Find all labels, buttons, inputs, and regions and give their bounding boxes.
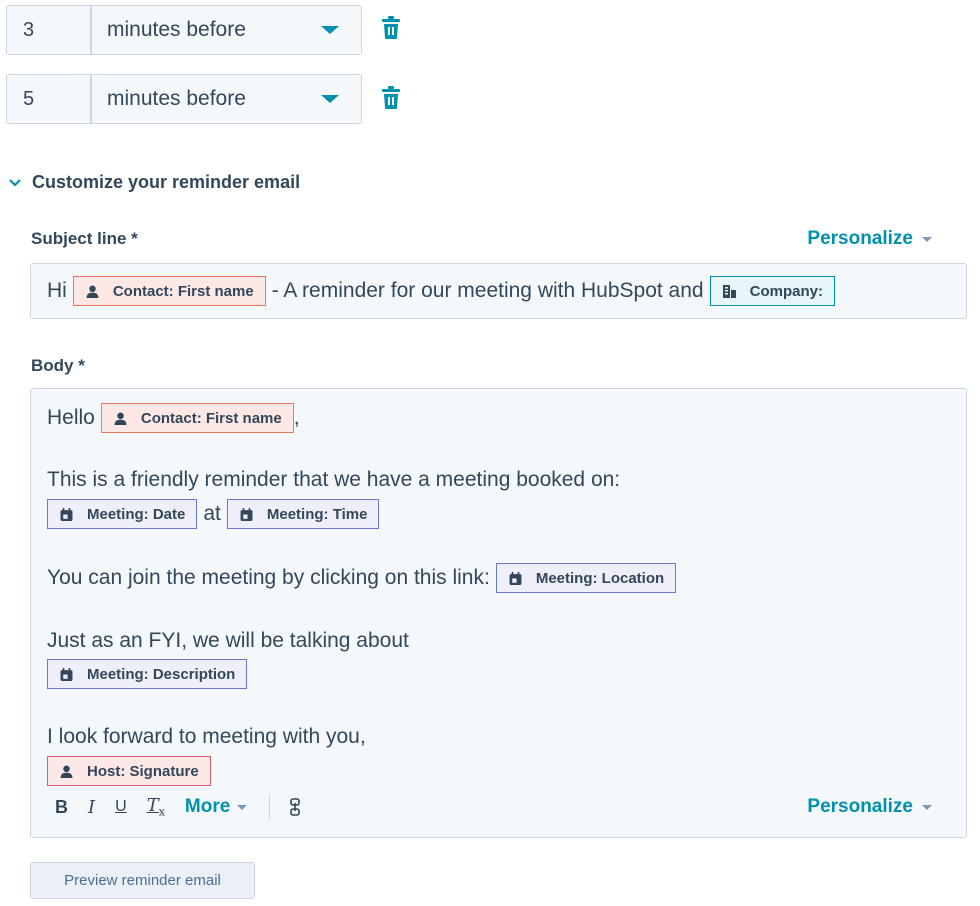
body-line: Hello Contact: First name , bbox=[47, 403, 300, 433]
subject-text: - A reminder for our meeting with HubSpo… bbox=[271, 279, 704, 302]
caret-down-icon bbox=[321, 95, 339, 103]
building-icon bbox=[722, 284, 736, 298]
body-line: Meeting: Description bbox=[47, 659, 248, 689]
person-icon bbox=[86, 285, 99, 298]
body-text: You can join the meeting by clicking on … bbox=[47, 566, 490, 589]
person-icon bbox=[114, 412, 127, 425]
token-label: Meeting: Location bbox=[535, 569, 665, 587]
calendar-icon bbox=[60, 667, 73, 681]
host-signature-token[interactable]: Host: Signature bbox=[47, 756, 211, 786]
reminder-row: 3 minutes before bbox=[6, 5, 362, 55]
body-text: Just as an FYI, we will be talking about bbox=[47, 629, 409, 652]
reminder-amount-value: 5 bbox=[23, 87, 35, 110]
body-personalize-button[interactable]: Personalize bbox=[807, 796, 932, 818]
company-token[interactable]: Company: bbox=[709, 276, 835, 306]
personalize-label: Personalize bbox=[807, 796, 913, 817]
subject-input[interactable]: Hi Contact: First name - A reminder for … bbox=[30, 263, 967, 319]
body-line: This is a friendly reminder that we have… bbox=[47, 468, 620, 492]
formatting-toolbar: B I U Tx More bbox=[55, 792, 301, 822]
body-line: You can join the meeting by clicking on … bbox=[47, 563, 677, 593]
link-icon[interactable] bbox=[290, 798, 301, 816]
body-text: Hello bbox=[47, 406, 95, 429]
more-label: More bbox=[184, 796, 231, 817]
body-line: I look forward to meeting with you, bbox=[47, 725, 366, 749]
clear-formatting-button[interactable]: Tx bbox=[147, 795, 165, 819]
more-button[interactable]: More bbox=[184, 796, 248, 818]
personalize-label: Personalize bbox=[807, 228, 913, 249]
token-label: Host: Signature bbox=[87, 762, 199, 780]
caret-down-icon bbox=[321, 26, 339, 34]
trash-icon[interactable] bbox=[381, 86, 401, 110]
body-text: , bbox=[293, 406, 300, 429]
reminder-row: 5 minutes before bbox=[6, 74, 362, 124]
meeting-time-token[interactable]: Meeting: Time bbox=[226, 499, 380, 529]
meeting-date-token[interactable]: Meeting: Date bbox=[47, 499, 198, 529]
caret-down-icon bbox=[922, 236, 932, 242]
contact-first-name-token[interactable]: Contact: First name bbox=[100, 403, 294, 433]
calendar-icon bbox=[509, 571, 522, 585]
customize-email-toggle[interactable]: Customize your reminder email bbox=[8, 172, 300, 193]
body-text: at bbox=[203, 502, 221, 525]
trash-icon[interactable] bbox=[381, 16, 401, 40]
meeting-description-token[interactable]: Meeting: Description bbox=[47, 659, 248, 689]
token-label: Meeting: Date bbox=[87, 505, 186, 523]
contact-first-name-token[interactable]: Contact: First name bbox=[72, 276, 266, 306]
reminder-unit-select[interactable]: minutes before bbox=[92, 75, 361, 123]
underline-button[interactable]: U bbox=[115, 798, 127, 816]
subject-text: Hi bbox=[47, 279, 67, 302]
person-icon bbox=[60, 765, 73, 778]
italic-button[interactable]: I bbox=[88, 797, 95, 818]
token-label: Meeting: Time bbox=[266, 505, 368, 523]
reminder-unit-select[interactable]: minutes before bbox=[92, 6, 361, 54]
body-line: Just as an FYI, we will be talking about bbox=[47, 629, 409, 653]
reminder-unit-value: minutes before bbox=[107, 18, 246, 41]
token-label: Meeting: Description bbox=[87, 665, 236, 683]
body-line: Host: Signature bbox=[47, 756, 211, 786]
body-label: Body * bbox=[31, 356, 85, 375]
caret-down-icon bbox=[922, 804, 932, 810]
body-text: This is a friendly reminder that we have… bbox=[47, 468, 621, 491]
calendar-icon bbox=[240, 507, 253, 521]
reminder-amount-input[interactable]: 3 bbox=[7, 6, 92, 54]
token-label: Company: bbox=[749, 282, 823, 300]
reminder-amount-input[interactable]: 5 bbox=[7, 75, 92, 123]
body-editor[interactable]: Hello Contact: First name , This is a fr… bbox=[30, 388, 967, 838]
meeting-location-token[interactable]: Meeting: Location bbox=[495, 563, 677, 593]
body-line: Meeting: Date at Meeting: Time bbox=[47, 499, 380, 529]
chevron-down-icon bbox=[9, 178, 21, 187]
calendar-icon bbox=[60, 507, 73, 521]
token-label: Contact: First name bbox=[112, 282, 254, 300]
subject-label: Subject line * bbox=[31, 229, 138, 248]
token-label: Contact: First name bbox=[140, 409, 282, 427]
reminder-unit-value: minutes before bbox=[107, 87, 246, 110]
caret-down-icon bbox=[237, 804, 248, 810]
reminder-amount-value: 3 bbox=[23, 18, 35, 41]
body-text: I look forward to meeting with you, bbox=[47, 725, 366, 748]
clear-format-icon: T bbox=[146, 795, 159, 817]
section-title: Customize your reminder email bbox=[32, 172, 301, 192]
toolbar-divider bbox=[269, 794, 271, 820]
bold-button[interactable]: B bbox=[55, 797, 68, 818]
subject-personalize-button[interactable]: Personalize bbox=[807, 228, 932, 250]
preview-reminder-email-button[interactable]: Preview reminder email bbox=[30, 862, 255, 899]
